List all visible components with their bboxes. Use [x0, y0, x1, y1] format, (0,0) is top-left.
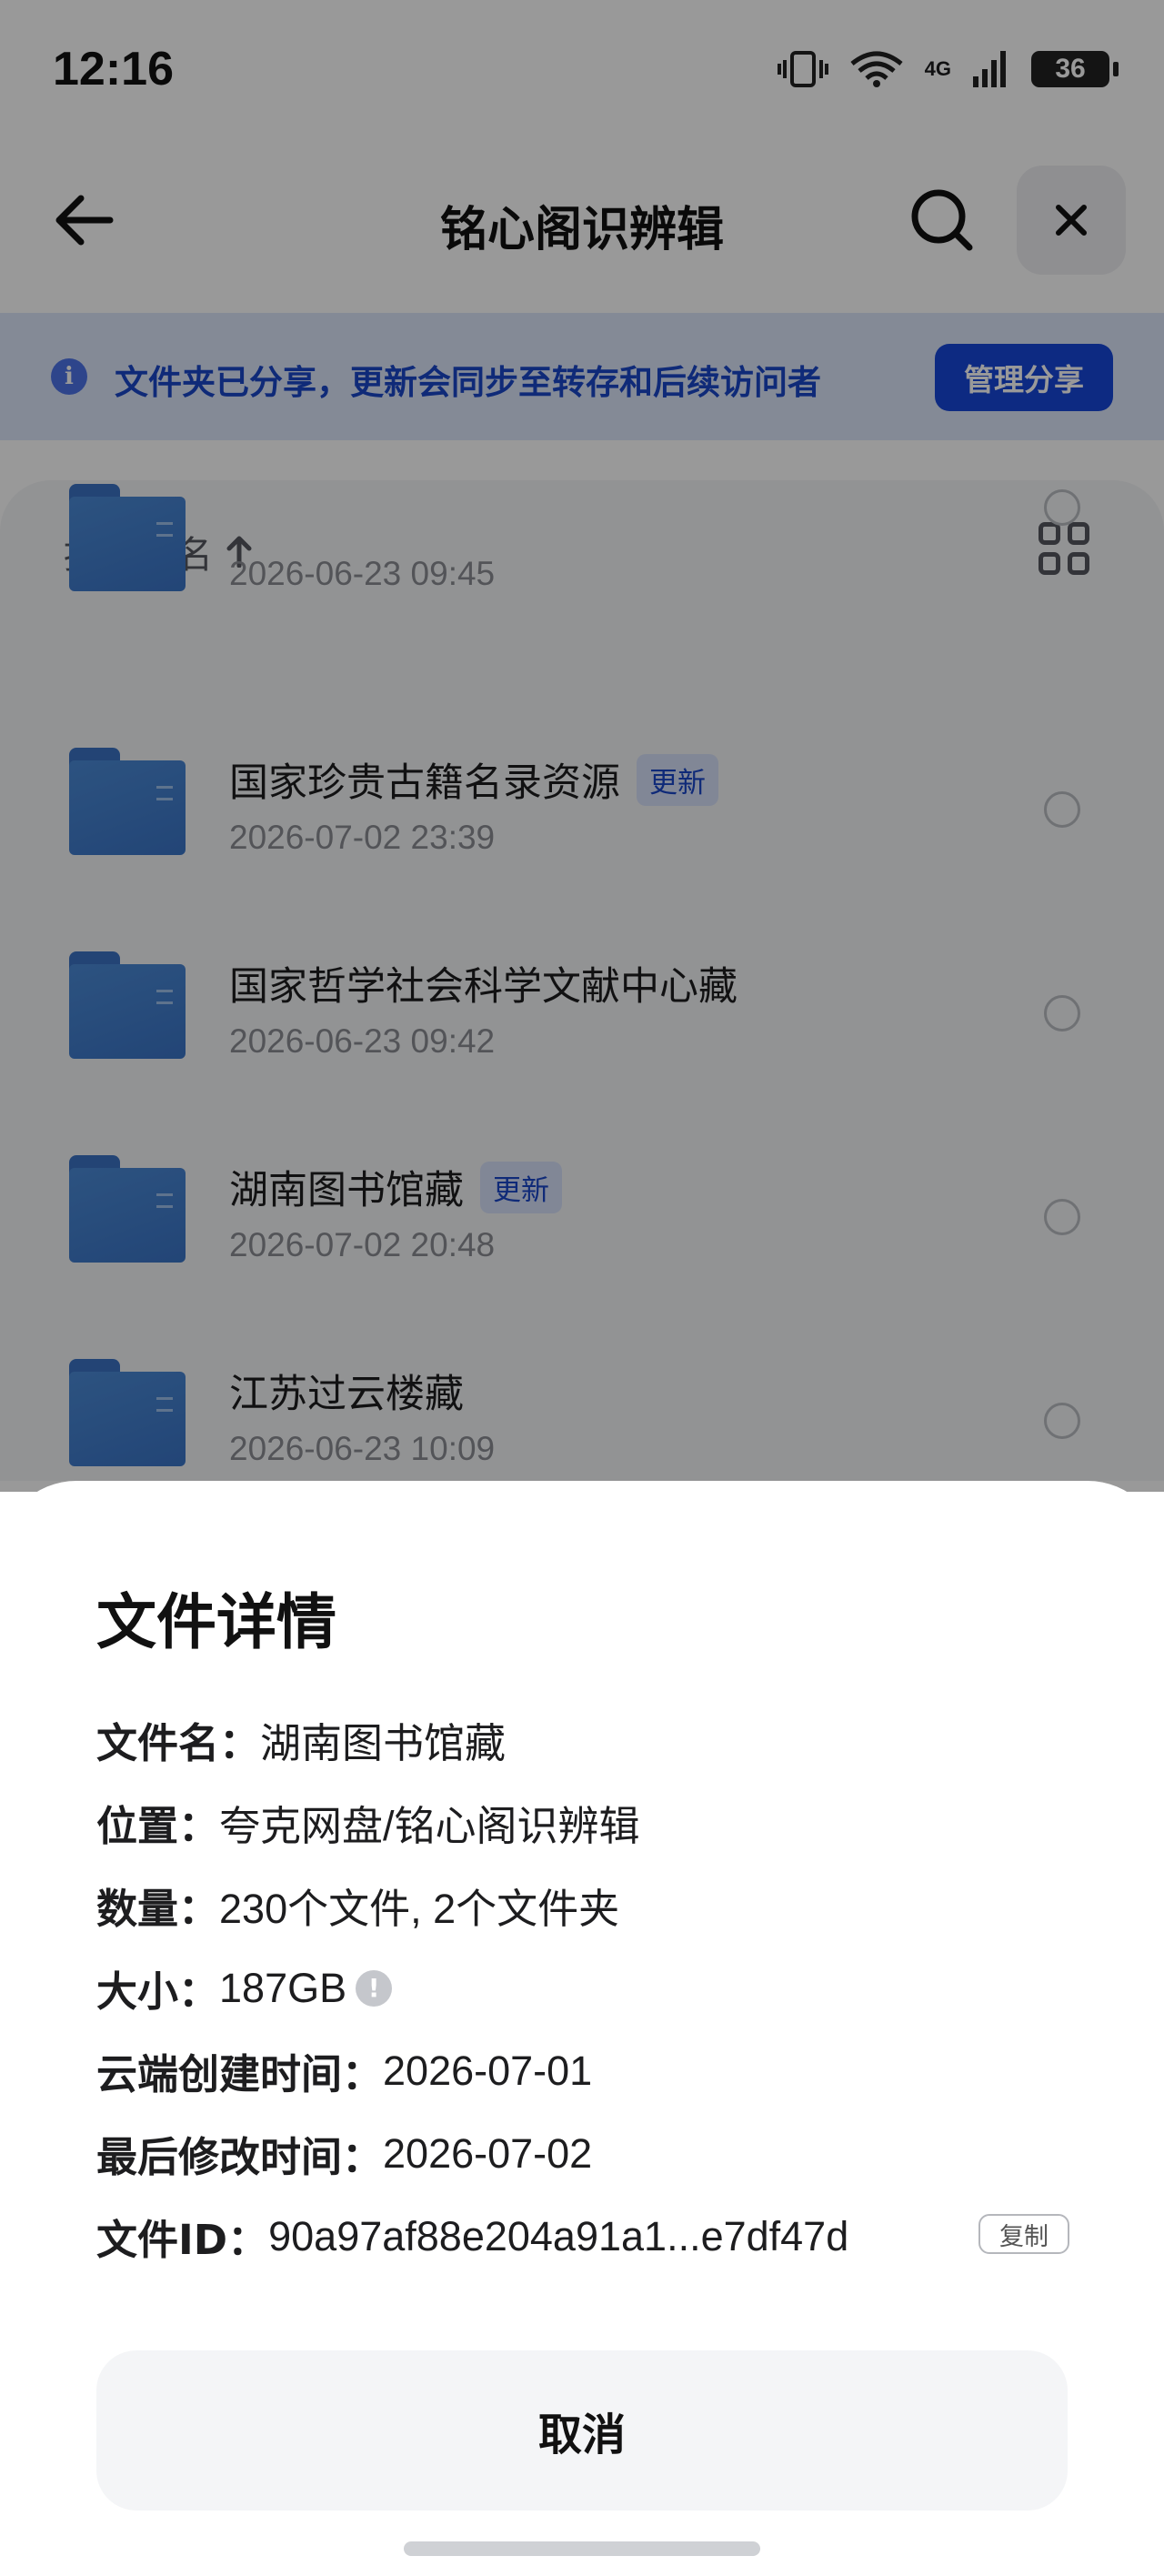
detail-label: 文件ID： [96, 2216, 269, 2264]
detail-location: 位置： 夸克网盘/铭心阁识辨辑 [96, 1793, 640, 1852]
cancel-button[interactable]: 取消 [96, 2350, 1068, 2511]
detail-value: 230个文件, 2个文件夹 [219, 1886, 620, 1932]
size-info-icon[interactable]: ! [356, 1969, 393, 2007]
detail-label: 大小： [96, 1967, 220, 2016]
dim-overlay[interactable] [0, 0, 1164, 1492]
copy-id-button[interactable]: 复制 [978, 2214, 1069, 2254]
detail-count: 数量： 230个文件, 2个文件夹 [96, 1876, 619, 1935]
detail-size: 大小： 187GB ! [96, 1958, 393, 2018]
detail-value: 夸克网盘/铭心阁识辨辑 [219, 1803, 640, 1849]
sheet-title: 文件详情 [96, 1587, 336, 1657]
detail-label: 云端创建时间： [96, 2050, 384, 2098]
detail-created: 云端创建时间： 2026-07-01 [96, 2041, 592, 2100]
detail-value: 187GB [219, 1964, 347, 2011]
detail-modified: 最后修改时间： 2026-07-02 [96, 2124, 592, 2183]
detail-value: 90a97af88e204a91a1...e7df47d [268, 2212, 849, 2259]
home-indicator [404, 2541, 760, 2556]
detail-filename: 文件名： 湖南图书馆藏 [96, 1710, 506, 1769]
detail-file-id: 文件ID： 90a97af88e204a91a1...e7df47d [96, 2207, 848, 2266]
detail-value: 湖南图书馆藏 [260, 1720, 507, 1766]
detail-label: 文件名： [96, 1719, 261, 1767]
detail-value: 2026-07-01 [383, 2047, 593, 2094]
detail-label: 数量： [96, 1885, 220, 1933]
detail-value: 2026-07-02 [383, 2129, 593, 2177]
detail-label: 位置： [96, 1802, 220, 1850]
detail-label: 最后修改时间： [96, 2133, 384, 2181]
